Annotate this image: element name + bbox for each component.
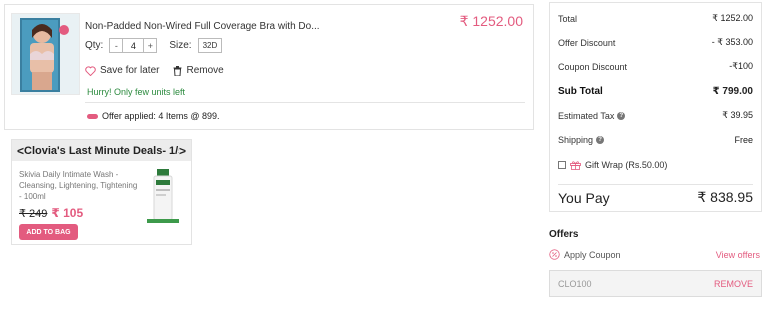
apply-coupon-button[interactable]: Apply Coupon [549,249,621,260]
total-label: Total [558,13,578,24]
apply-coupon-label: Apply Coupon [564,249,621,260]
cart-item-card: Non-Padded Non-Wired Full Coverage Bra w… [4,4,534,130]
stock-note: Hurry! Only few units left [87,87,186,97]
gift-wrap-checkbox[interactable] [558,161,566,169]
view-offers-link[interactable]: View offers [716,250,760,260]
shipping-label: Shipping [558,135,594,145]
you-pay-value: ₹ 838.95 [697,189,753,205]
offer-tag-icon [87,113,98,119]
tax-value: ₹ 39.95 [722,110,753,120]
coupon-discount-label: Coupon Discount [558,61,628,72]
summary-shipping-row: Shipping ? Free [558,135,753,145]
item-divider [85,102,525,103]
tax-info-icon[interactable]: ? [617,111,626,120]
product-price: ₹ 1252.00 [459,13,523,29]
coupon-discount-value: -₹100 [729,61,753,71]
offers-title: Offers [549,229,579,240]
summary-divider [558,184,753,185]
offer-applied-text: Offer applied: 4 Items @ 899. [102,111,220,121]
heart-icon [85,65,96,76]
summary-offer-discount-row: Offer Discount - ₹ 353.00 [558,37,753,48]
quantity-row: Qty: - 4 + Size: 32D [85,38,223,53]
summary-tax-row: Estimated Tax ? ₹ 39.95 [558,110,753,121]
you-pay-label: You Pay [558,189,610,206]
save-for-later-button[interactable]: Save for later [85,65,159,76]
summary-total-row: Total ₹ 1252.00 [558,13,753,24]
product-title[interactable]: Non-Padded Non-Wired Full Coverage Bra w… [85,21,320,32]
quantity-stepper[interactable]: - 4 + [109,38,158,53]
applied-coupon-box: CLO100 REMOVE [549,270,762,297]
deals-next-button[interactable]: > [179,144,186,158]
deal-prices: ₹ 249 ₹ 105 [19,206,83,220]
qty-decrease-button[interactable]: - [110,39,122,52]
coupon-code: CLO100 [558,278,592,289]
total-value: ₹ 1252.00 [712,13,753,23]
order-summary: Total ₹ 1252.00 Offer Discount - ₹ 353.0… [549,2,762,212]
offer-discount-label: Offer Discount [558,37,616,48]
gift-wrap-row: Gift Wrap (Rs.50.00) [558,160,667,170]
summary-subtotal-row: Sub Total ₹ 799.00 [558,86,753,97]
qty-value[interactable]: 4 [122,39,145,52]
subtotal-label: Sub Total [558,86,603,97]
size-label: Size: [169,40,192,51]
summary-coupon-discount-row: Coupon Discount -₹100 [558,61,753,72]
coupon-icon [549,249,560,260]
apply-coupon-row: Apply Coupon View offers [549,249,760,260]
tax-label: Estimated Tax [558,110,615,121]
deals-prev-button[interactable]: < [17,144,24,158]
product-image [12,14,79,94]
last-minute-deals-panel: < Clovia's Last Minute Deals- 1/5 > Skiv… [11,139,192,245]
subtotal-value: ₹ 799.00 [712,86,753,97]
gift-wrap-label: Gift Wrap (Rs.50.00) [585,160,668,170]
size-selector[interactable]: 32D [197,38,223,53]
deal-new-price: ₹ 105 [51,206,84,220]
deal-old-price: ₹ 249 [19,208,48,220]
deal-product-image[interactable] [145,167,181,225]
tax-label-wrap: Estimated Tax ? [558,110,626,121]
shipping-info-icon[interactable]: ? [596,136,605,144]
offer-applied-note: Offer applied: 4 Items @ 899. [87,111,220,121]
offer-discount-value: - ₹ 353.00 [711,37,753,47]
remove-item-button[interactable]: Remove [173,65,224,76]
remove-label: Remove [186,65,224,76]
item-actions: Save for later Remove [85,65,224,76]
trash-icon [173,65,182,76]
remove-coupon-button[interactable]: REMOVE [714,279,753,289]
save-for-later-label: Save for later [100,65,160,76]
you-pay-row: You Pay ₹ 838.95 [558,189,753,206]
shipping-label-wrap: Shipping ? [558,135,605,145]
product-thumbnail[interactable] [11,13,80,95]
qty-label: Qty: [85,40,104,51]
shipping-value: Free [734,135,753,145]
gift-icon [570,161,581,170]
add-to-bag-button[interactable]: ADD TO BAG [19,224,78,240]
qty-increase-button[interactable]: + [144,39,156,52]
deal-product-name[interactable]: Skivia Daily Intimate Wash - Cleansing, … [19,169,139,202]
deals-title: Clovia's Last Minute Deals- 1/5 [24,144,179,157]
deals-header: < Clovia's Last Minute Deals- 1/5 > [12,140,191,161]
